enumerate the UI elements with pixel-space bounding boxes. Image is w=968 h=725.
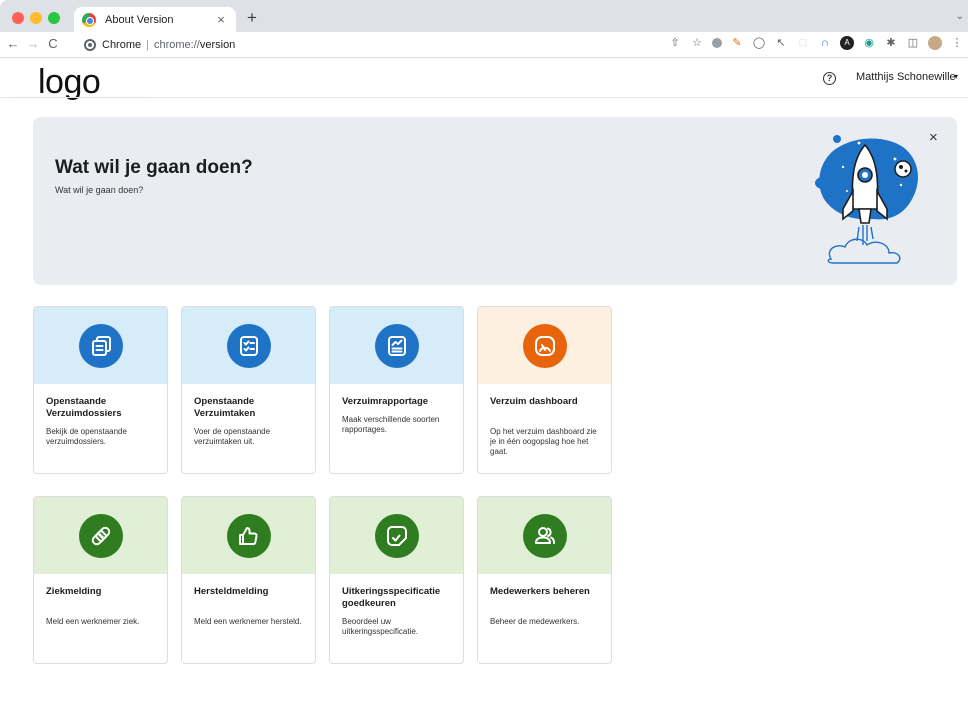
tile-header <box>34 307 167 384</box>
extension-pen-icon[interactable]: ✎ <box>730 36 744 50</box>
user-menu-caret-icon[interactable]: ▾ <box>954 72 958 81</box>
logo[interactable]: logo <box>38 62 101 102</box>
extension-arc-icon[interactable]: ∩ <box>818 36 832 50</box>
site-name: Chrome <box>102 39 142 51</box>
side-panel-icon[interactable]: ◫ <box>906 36 920 50</box>
tile-openstaande-verzuimdossiers[interactable]: Openstaande Verzuimdossiers Bekijk de op… <box>33 306 168 474</box>
user-menu-name[interactable]: Matthijs Schonewille <box>856 71 956 83</box>
tile-header <box>182 497 315 574</box>
app-header: logo ? Matthijs Schonewille ▾ <box>0 58 968 101</box>
banner-subtitle: Wat wil je gaan doen? <box>55 185 144 195</box>
tile-title: Verzuim dashboard <box>490 396 578 407</box>
report-icon <box>387 335 406 356</box>
tile-icon-circle <box>522 513 567 558</box>
tile-header <box>34 497 167 574</box>
profile-avatar-icon[interactable] <box>928 36 942 50</box>
tile-title: Openstaande Verzuimtaken <box>194 396 256 419</box>
tile-description: Voer de openstaande verzuimtaken uit. <box>194 427 271 446</box>
tile-description: Bekijk de openstaande verzuimdossiers. <box>46 427 127 446</box>
tile-icon-circle <box>374 513 419 558</box>
tile-icon-circle <box>522 323 567 368</box>
window-zoom-button[interactable] <box>48 12 60 24</box>
tile-icon-circle <box>374 323 419 368</box>
url-path: version <box>199 39 236 51</box>
tile-header <box>182 307 315 384</box>
tile-description: Beoordeel uw uitkeringsspecificatie. <box>342 617 419 636</box>
reload-button[interactable]: C <box>45 36 61 52</box>
tile-hersteldmelding[interactable]: Hersteldmelding Meld een werknemer herst… <box>181 496 316 664</box>
help-icon[interactable]: ? <box>823 72 836 85</box>
tab-title: About Version <box>105 13 174 26</box>
tile-header <box>330 497 463 574</box>
tile-title: Hersteldmelding <box>194 586 269 597</box>
tile-title: Uitkeringsspecificatie goedkeuren <box>342 586 441 609</box>
tile-icon-circle <box>226 513 271 558</box>
bookmark-star-icon[interactable]: ☆ <box>690 36 704 50</box>
window-close-button[interactable] <box>12 12 24 24</box>
tile-medewerkers-beheren[interactable]: Medewerkers beheren Beheer de medewerker… <box>477 496 612 664</box>
browser-tab[interactable]: About Version × <box>74 7 236 32</box>
tile-ziekmelding[interactable]: Ziekmelding Meld een werknemer ziek. <box>33 496 168 664</box>
approve-icon <box>386 525 407 546</box>
url-separator: | <box>146 39 149 51</box>
checklist-icon <box>239 335 258 356</box>
browser-tabstrip: About Version × + ⌄ <box>0 0 968 32</box>
tab-search-chevron-icon[interactable]: ⌄ <box>956 11 964 22</box>
forward-button[interactable]: → <box>25 36 41 52</box>
tile-verzuimrapportage[interactable]: Verzuimrapportage Maak verschillende soo… <box>329 306 464 474</box>
new-tab-button[interactable]: + <box>242 9 262 27</box>
extension-square-icon[interactable]: □ <box>796 36 810 50</box>
welcome-banner: Wat wil je gaan doen? Wat wil je gaan do… <box>33 117 957 285</box>
extension-circle-icon[interactable]: ◯ <box>752 36 766 50</box>
tile-description: Beheer de medewerkers. <box>490 617 580 626</box>
tile-uitkeringsspecificatie-goedkeuren[interactable]: Uitkeringsspecificatie goedkeuren Beoord… <box>329 496 464 664</box>
tile-header <box>330 307 463 384</box>
banner-title: Wat wil je gaan doen? <box>55 157 253 178</box>
browser-toolbar: ← → C Chrome | chrome://version ⇧ ☆ ✎ ◯ … <box>0 32 968 58</box>
tile-icon-circle <box>226 323 271 368</box>
window-minimize-button[interactable] <box>30 12 42 24</box>
extensions-puzzle-icon[interactable]: ✱ <box>884 36 898 50</box>
browser-menu-icon[interactable]: ⋮ <box>950 36 964 50</box>
tile-description: Op het verzuim dashboard zie je in één o… <box>490 427 597 456</box>
tile-description: Maak verschillende soorten rapportages. <box>342 415 440 434</box>
tile-icon-circle <box>78 323 123 368</box>
extension-a-icon[interactable]: A <box>840 36 854 50</box>
extensions-row: ⇧ ☆ ✎ ◯ ↖ □ ∩ A ◉ ✱ ◫ ⋮ <box>668 36 964 50</box>
tab-close-icon[interactable]: × <box>214 12 228 27</box>
extension-gray-icon[interactable] <box>712 38 722 48</box>
tile-title: Medewerkers beheren <box>490 586 590 597</box>
site-info-icon[interactable] <box>84 39 96 51</box>
tile-title: Ziekmelding <box>46 586 102 597</box>
tile-description: Meld een werknemer ziek. <box>46 617 140 626</box>
logo-divider <box>10 97 150 98</box>
tile-title: Verzuimrapportage <box>342 396 429 407</box>
back-button[interactable]: ← <box>5 36 21 52</box>
url-text[interactable]: chrome://version <box>154 39 235 51</box>
bandage-icon <box>91 526 110 545</box>
extension-teal-icon[interactable]: ◉ <box>862 36 876 50</box>
users-icon <box>534 526 555 544</box>
banner-close-button[interactable]: × <box>929 130 938 145</box>
tile-title: Openstaande Verzuimdossiers <box>46 396 122 419</box>
gauge-icon <box>534 335 555 356</box>
tile-icon-circle <box>78 513 123 558</box>
tile-header <box>478 497 611 574</box>
url-scheme: chrome:// <box>153 39 200 51</box>
tile-verzuim-dashboard[interactable]: Verzuim dashboard Op het verzuim dashboa… <box>477 306 612 474</box>
extension-cursor-icon[interactable]: ↖ <box>774 36 788 50</box>
tile-description: Meld een werknemer hersteld. <box>194 617 302 626</box>
tile-openstaande-verzuimtaken[interactable]: Openstaande Verzuimtaken Voer de opensta… <box>181 306 316 474</box>
documents-icon <box>91 335 111 356</box>
tile-header <box>478 307 611 384</box>
rocket-illustration-icon <box>815 135 918 264</box>
share-icon[interactable]: ⇧ <box>668 36 682 50</box>
chrome-favicon-icon <box>82 12 96 27</box>
thumbs-up-icon <box>238 526 257 545</box>
